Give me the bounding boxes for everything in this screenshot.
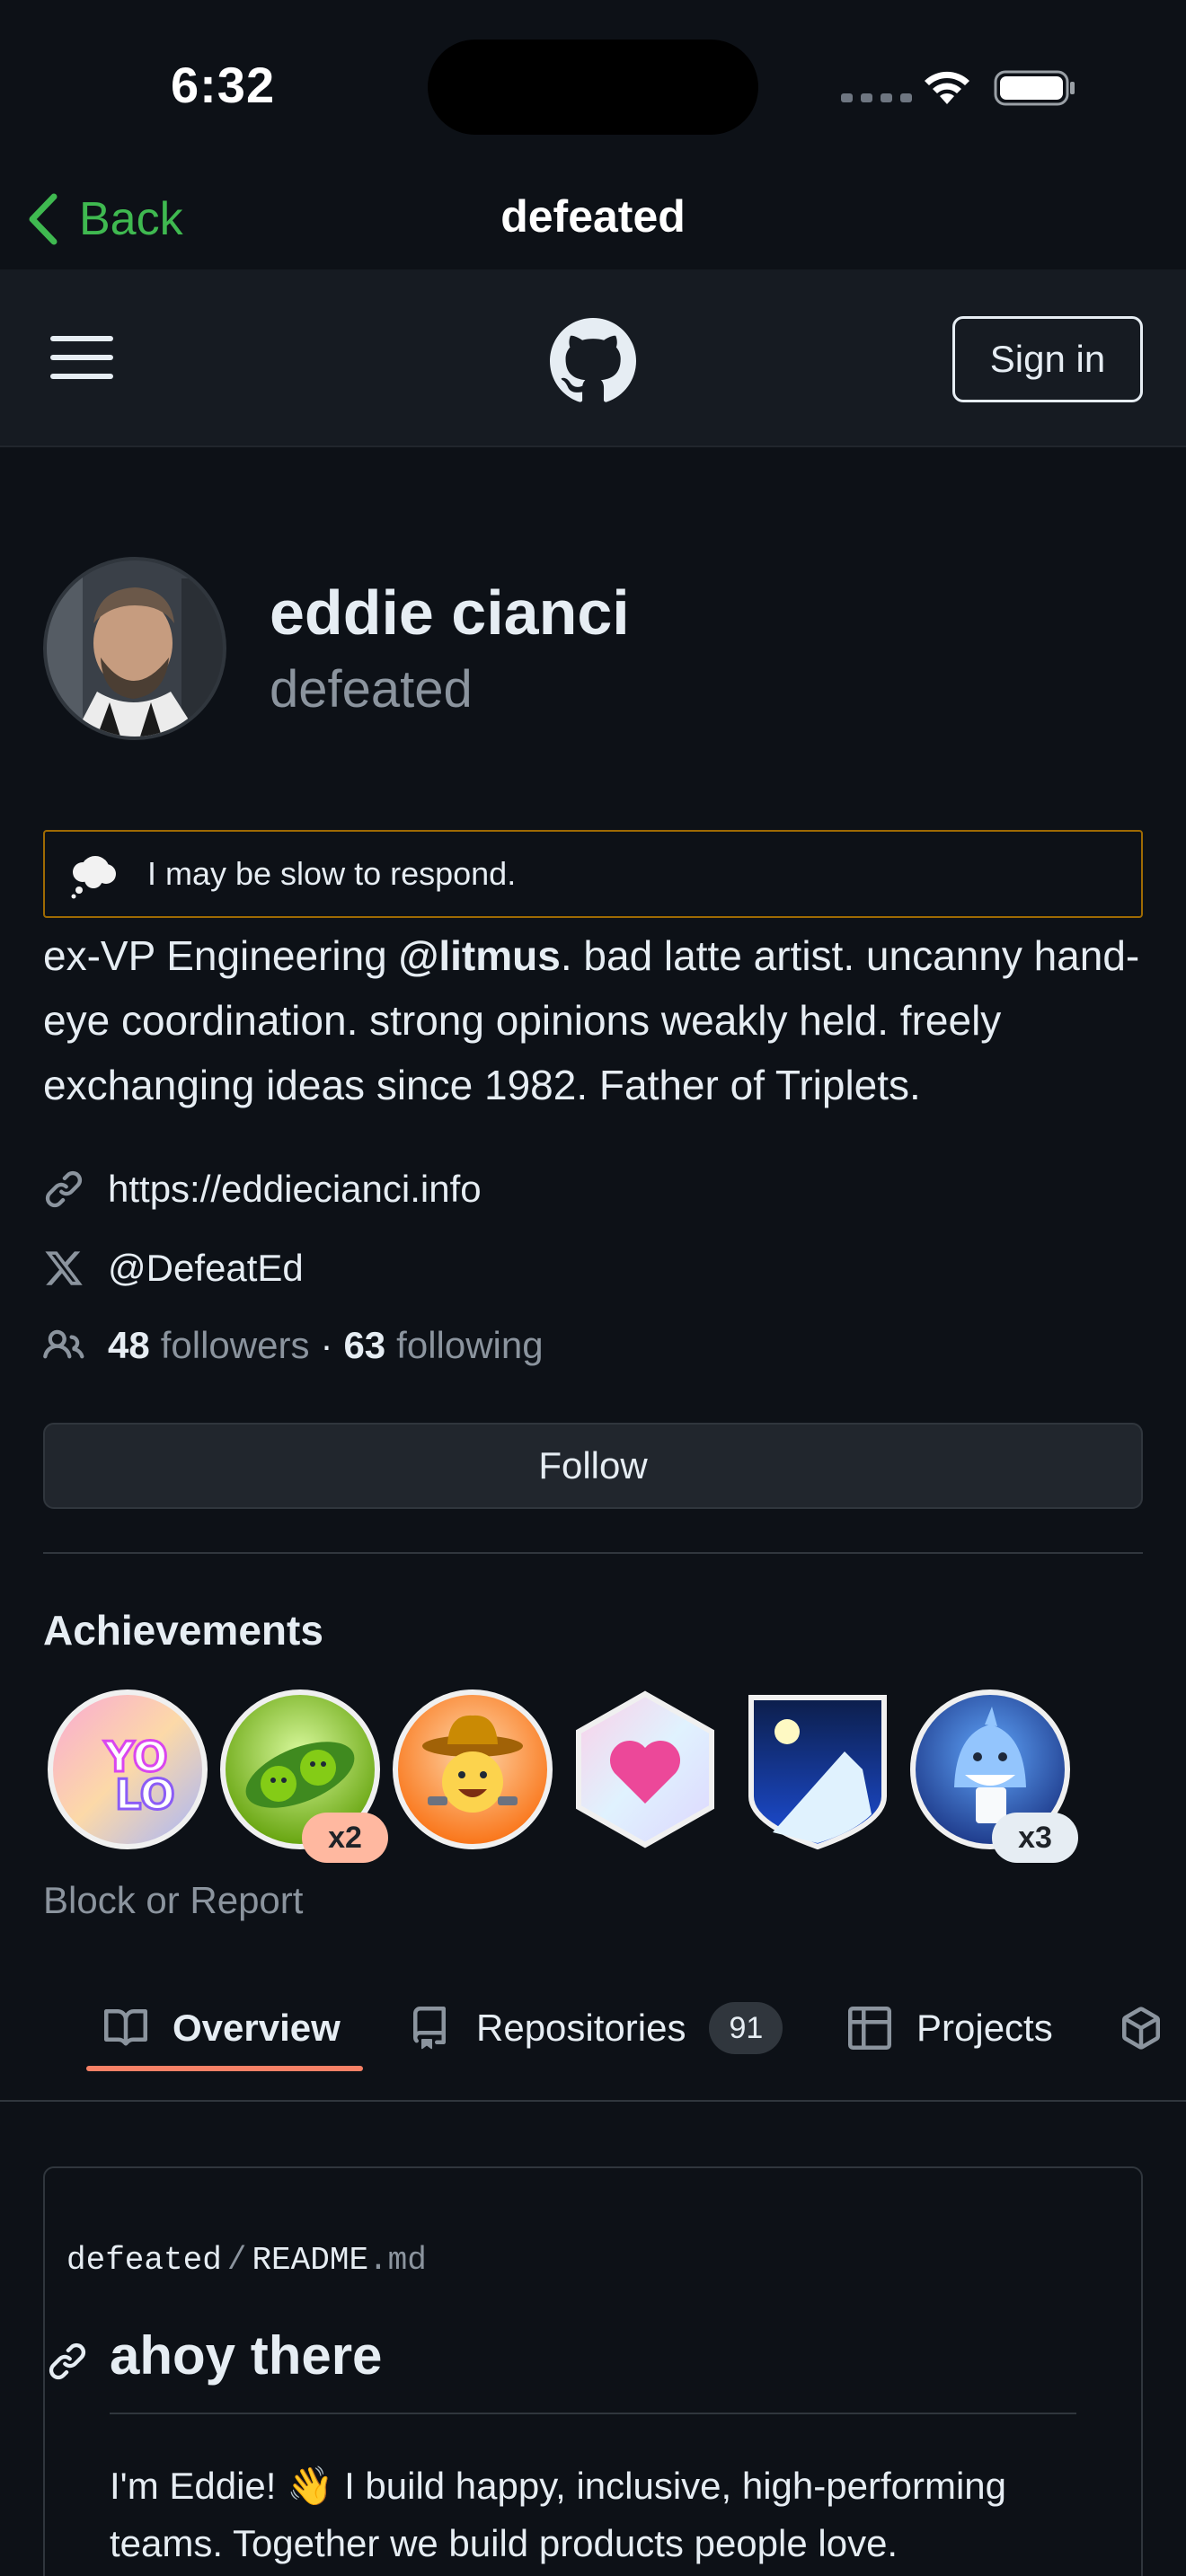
nav-title: defeated <box>500 191 686 242</box>
badge-count: x3 <box>992 1813 1078 1863</box>
readme-owner-link[interactable]: defeated <box>66 2242 222 2279</box>
badge-arctic-code-vault[interactable] <box>737 1689 898 1850</box>
cowboy-badge-icon <box>393 1689 553 1849</box>
bio-text-start: ex-VP Engineering <box>43 932 399 979</box>
followers-row: 48 followers · 63 following <box>43 1324 544 1367</box>
profile-bio: ex-VP Engineering @litmus. bad latte art… <box>43 923 1157 1117</box>
tab-repositories[interactable]: Repositories 91 <box>408 1987 783 2069</box>
battery-icon <box>994 70 1075 106</box>
github-logo-icon[interactable] <box>550 318 636 404</box>
thought-balloon-icon <box>71 856 116 899</box>
avatar-image <box>47 560 223 737</box>
svg-text:LO: LO <box>115 1770 175 1819</box>
website-row[interactable]: https://eddiecianci.info <box>43 1168 482 1211</box>
badge-quickdraw[interactable] <box>392 1689 553 1850</box>
website-link[interactable]: https://eddiecianci.info <box>108 1168 482 1211</box>
section-divider <box>43 1552 1143 1554</box>
user-status[interactable]: I may be slow to respond. <box>43 830 1143 918</box>
followers-count: 48 <box>108 1324 150 1366</box>
badge-pair-extraordinaire[interactable]: x2 <box>219 1689 388 1863</box>
bio-mention-link[interactable]: @litmus <box>399 932 561 979</box>
book-icon <box>104 2008 147 2046</box>
selected-tab-indicator <box>86 2066 363 2071</box>
profile-name: eddie cianci <box>270 578 630 648</box>
repositories-count: 91 <box>709 2002 783 2054</box>
menu-icon[interactable] <box>50 336 113 381</box>
readme-file-name: README <box>252 2242 369 2279</box>
wifi-icon <box>925 71 969 104</box>
dynamic-island <box>428 40 758 135</box>
readme-paragraph: I'm Eddie! 👋 I build happy, inclusive, h… <box>110 2465 1007 2564</box>
arctic-vault-badge-icon <box>748 1695 887 1850</box>
sign-in-button[interactable]: Sign in <box>952 316 1143 402</box>
status-text: I may be slow to respond. <box>147 855 517 892</box>
table-icon <box>848 2007 891 2050</box>
separator-dot: · <box>320 1324 333 1366</box>
badge-count: x2 <box>302 1813 388 1863</box>
profile-tabs: Overview Repositories 91 Projects <box>0 1972 1186 2102</box>
tab-projects[interactable]: Projects <box>848 1987 1053 2069</box>
tab-packages[interactable] <box>1120 1987 1186 2069</box>
readme-heading: ahoy there <box>110 2325 383 2386</box>
anchor-link-icon[interactable] <box>47 2341 88 2382</box>
badge-pull-shark[interactable]: x3 <box>909 1689 1078 1863</box>
readme-file-ext: .md <box>368 2242 427 2279</box>
path-separator: / <box>226 2242 247 2279</box>
followers-link[interactable]: 48 followers <box>108 1324 309 1367</box>
tab-overview-label: Overview <box>173 2007 341 2049</box>
package-icon <box>1122 2007 1160 2050</box>
twitter-handle[interactable]: @DefeatEd <box>108 1247 304 1290</box>
people-icon <box>43 1329 84 1359</box>
profile-login: defeated <box>270 660 473 719</box>
repo-icon <box>413 2007 446 2050</box>
tab-repositories-label: Repositories <box>476 2007 686 2049</box>
heart-badge-icon <box>576 1690 714 1848</box>
followers-label: followers <box>160 1324 310 1366</box>
following-count: 63 <box>343 1324 386 1366</box>
follow-button[interactable]: Follow <box>43 1423 1143 1509</box>
following-label: following <box>396 1324 544 1366</box>
navigation-bar: Back defeated <box>0 171 1186 269</box>
twitter-row[interactable]: @DefeatEd <box>43 1247 304 1290</box>
x-logo-icon <box>45 1251 83 1285</box>
readme-heading-rule <box>110 2413 1076 2414</box>
avatar[interactable] <box>43 557 226 740</box>
tab-overview[interactable]: Overview <box>104 1987 341 2069</box>
badge-public-sponsor[interactable] <box>564 1689 726 1850</box>
block-or-report-link[interactable]: Block or Report <box>43 1879 303 1922</box>
badge-yolo[interactable]: YO LO <box>47 1689 208 1850</box>
cellular-signal-icon <box>841 93 912 102</box>
ios-status-bar: 6:32 <box>0 0 1186 171</box>
yolo-badge-icon: YO LO <box>48 1689 208 1849</box>
tab-projects-label: Projects <box>916 2007 1053 2049</box>
readme-path: defeated / README.md <box>66 2242 427 2279</box>
following-link[interactable]: 63 following <box>343 1324 543 1367</box>
achievements-title: Achievements <box>43 1607 323 1654</box>
github-header: Sign in <box>0 269 1186 447</box>
link-icon <box>45 1170 83 1208</box>
status-time: 6:32 <box>171 57 276 113</box>
achievements-list: YO LO x2 x3 <box>47 1689 1152 1863</box>
